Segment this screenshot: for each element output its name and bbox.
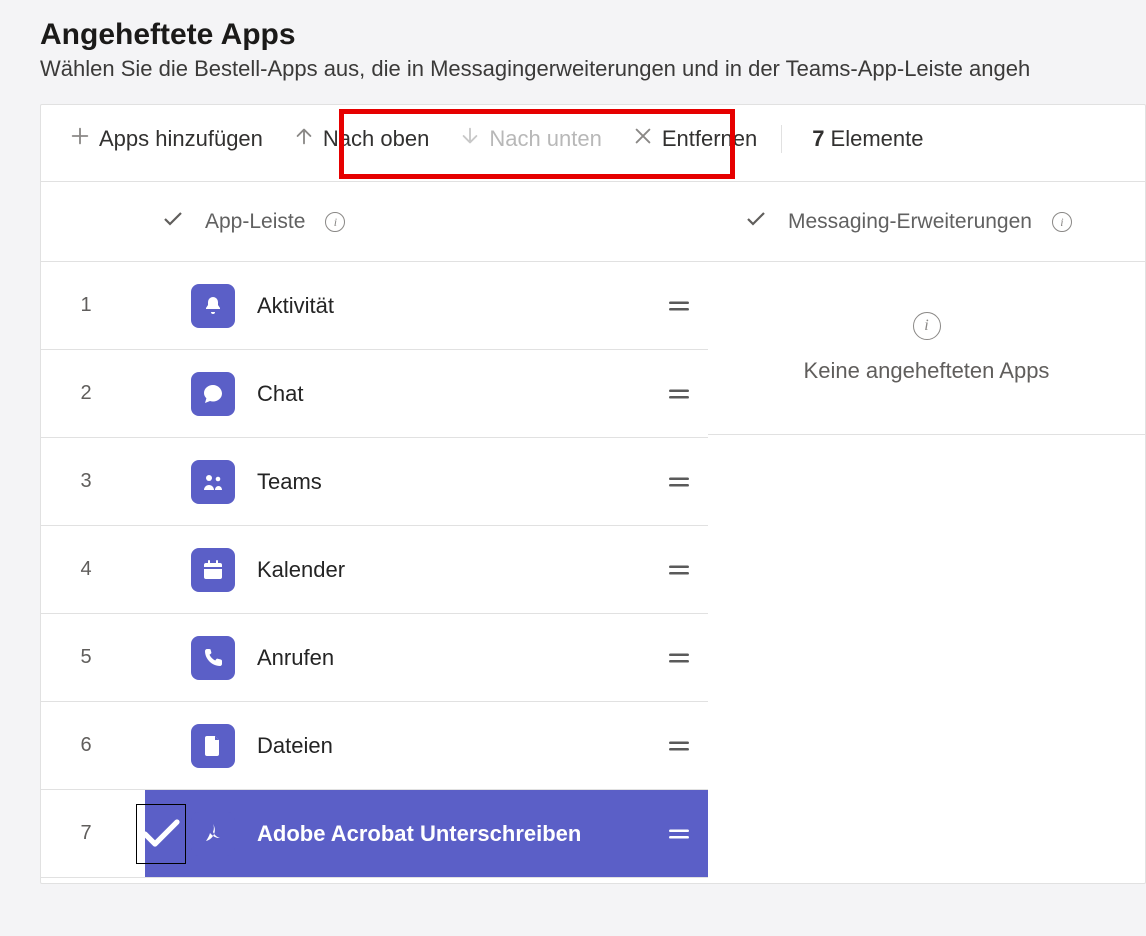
messaging-ext-column: Messaging-Erweiterungen i i Keine angehe… [708,182,1145,435]
item-count: 7 Elemente [812,126,923,152]
drag-handle-icon[interactable] [666,293,692,319]
item-count-number: 7 [812,126,824,152]
app-name-label: Aktivität [257,293,666,319]
empty-state-label: Keine angehefteten Apps [804,358,1050,384]
check-icon [161,207,185,237]
add-apps-button[interactable]: Apps hinzufügen [55,113,277,165]
app-name-label: Chat [257,381,666,407]
app-row[interactable]: 5 Anrufen [41,614,708,702]
close-icon [632,125,654,153]
app-name-label: Anrufen [257,645,666,671]
remove-label: Entfernen [662,126,757,152]
toolbar: Apps hinzufügen Nach oben Nach unten Ent… [41,105,1145,182]
app-name-label: Dateien [257,733,666,759]
row-index: 4 [41,558,131,581]
app-bar-column: App-Leiste i 1 Aktivität 2 Chat 3 Teams 4 Kalen… [41,182,708,878]
app-row[interactable]: 1 Aktivität [41,262,708,350]
drag-handle-icon[interactable] [666,645,692,671]
messaging-ext-header-label: Messaging-Erweiterungen [788,210,1032,234]
page-title: Angeheftete Apps [40,18,1146,52]
app-bar-column-header: App-Leiste i [41,182,708,262]
teams-icon [191,460,235,504]
messaging-ext-column-header: Messaging-Erweiterungen i [708,182,1145,262]
acrobat-icon [191,812,235,856]
row-index: 7 [41,822,131,845]
pinned-apps-panel: Apps hinzufügen Nach oben Nach unten Ent… [40,104,1146,884]
move-up-button[interactable]: Nach oben [279,113,443,165]
info-icon: i [913,312,941,340]
plus-icon [69,125,91,153]
app-row[interactable]: 7 Adobe Acrobat Unterschreiben [41,790,708,878]
drag-handle-icon[interactable] [666,469,692,495]
app-bar-header-label: App-Leiste [205,210,305,234]
page-subtitle: Wählen Sie die Bestell-Apps aus, die in … [40,56,1146,82]
row-select-checkbox[interactable] [137,805,185,863]
row-index: 6 [41,734,131,757]
app-row[interactable]: 2 Chat [41,350,708,438]
toolbar-separator [781,125,782,153]
app-name-label: Kalender [257,557,666,583]
item-count-label: Elemente [831,126,924,152]
move-down-button[interactable]: Nach unten [445,113,616,165]
app-row[interactable]: 4 Kalender [41,526,708,614]
app-name-label: Adobe Acrobat Unterschreiben [257,821,666,847]
app-row[interactable]: 6 Dateien [41,702,708,790]
chat-icon [191,372,235,416]
move-up-label: Nach oben [323,126,429,152]
move-down-label: Nach unten [489,126,602,152]
drag-handle-icon[interactable] [666,381,692,407]
add-apps-label: Apps hinzufügen [99,126,263,152]
file-icon [191,724,235,768]
phone-icon [191,636,235,680]
app-name-label: Teams [257,469,666,495]
drag-handle-icon[interactable] [666,557,692,583]
empty-state: i Keine angehefteten Apps [708,262,1145,435]
drag-handle-icon[interactable] [666,733,692,759]
row-index: 2 [41,382,131,405]
row-index: 1 [41,294,131,317]
remove-button[interactable]: Entfernen [618,113,771,165]
calendar-icon [191,548,235,592]
arrow-up-icon [293,125,315,153]
info-icon[interactable]: i [1052,212,1072,232]
row-index: 3 [41,470,131,493]
info-icon[interactable]: i [325,212,345,232]
bell-icon [191,284,235,328]
drag-handle-icon[interactable] [666,821,692,847]
arrow-down-icon [459,125,481,153]
row-index: 5 [41,646,131,669]
app-row[interactable]: 3 Teams [41,438,708,526]
check-icon [744,207,768,237]
